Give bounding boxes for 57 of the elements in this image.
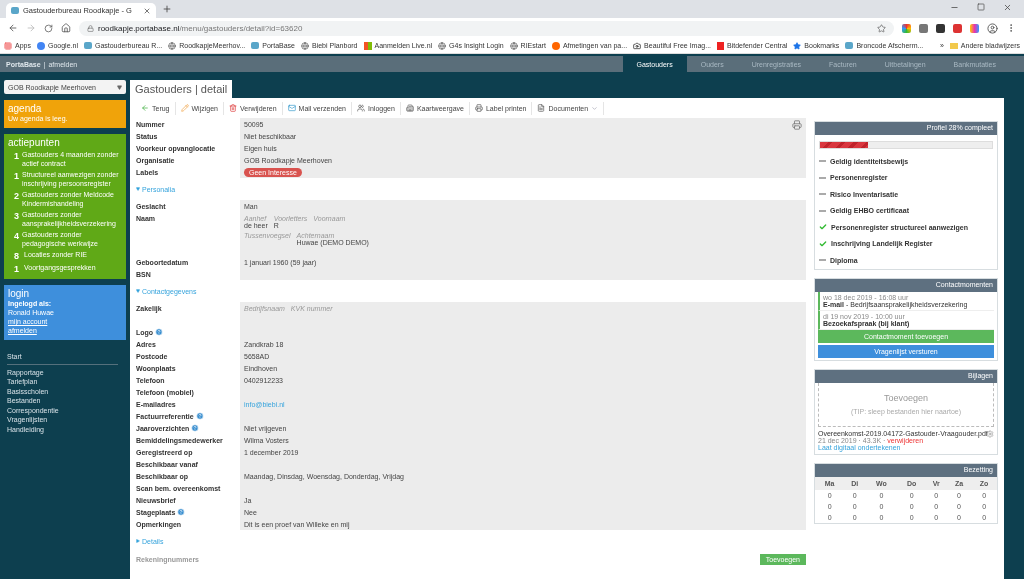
help-icon[interactable] (191, 424, 200, 432)
favicon-icon (251, 42, 260, 49)
globe-icon (509, 41, 518, 50)
document-icon (537, 104, 546, 112)
action-count: 2 (14, 191, 19, 201)
windows-icon (363, 41, 372, 50)
action-count: 1 (14, 151, 19, 161)
lock-icon (87, 24, 94, 32)
caret-down-icon (136, 187, 140, 191)
users-icon (357, 104, 365, 112)
action-count: 8 (14, 251, 20, 261)
apps-icon (4, 41, 12, 50)
printer-icon (474, 104, 483, 112)
globe-icon (301, 41, 309, 50)
help-icon[interactable] (177, 508, 186, 516)
action-count: 3 (14, 211, 19, 221)
caret-icon (591, 104, 599, 112)
back-icon[interactable] (8, 23, 18, 33)
home-icon[interactable] (61, 23, 71, 33)
card-title: actiepunten (8, 137, 61, 148)
buildings-icon (405, 104, 414, 112)
settings-icon[interactable] (986, 429, 994, 438)
help-icon[interactable] (155, 328, 164, 336)
print-icon[interactable] (792, 120, 802, 130)
profile-icon[interactable] (987, 22, 998, 34)
new-tab-icon[interactable] (162, 4, 172, 14)
circle-icon (551, 41, 560, 50)
close-icon[interactable] (143, 6, 151, 15)
page-title: Gastouders | detail (130, 80, 233, 98)
globe-icon (168, 41, 177, 50)
close-icon[interactable] (1003, 2, 1012, 12)
favicon-icon (11, 7, 19, 14)
address-field[interactable]: roodkapje.portabase.nl/menu/gastouders/detail?id=63620 (79, 20, 894, 36)
favicon-icon (845, 42, 854, 49)
action-count: 1 (14, 171, 19, 181)
globe-icon (438, 41, 447, 50)
action-count: 1 (14, 264, 20, 274)
arrow-left-icon (141, 104, 149, 112)
camera-icon (633, 41, 642, 50)
caret-down-icon (136, 289, 140, 293)
bookmark-star-icon[interactable] (877, 23, 886, 33)
caret-icon (117, 84, 122, 90)
help-icon[interactable] (195, 412, 204, 420)
card-title: login (8, 288, 31, 299)
caret-right-icon (136, 539, 140, 543)
trash-icon (228, 104, 237, 112)
star-icon (793, 41, 802, 50)
favicon-icon (83, 42, 92, 49)
card-title: agenda (8, 103, 43, 114)
action-count: 4 (14, 231, 20, 241)
b-logo-icon (717, 41, 725, 50)
pencil-icon (180, 104, 189, 112)
maximize-icon[interactable] (977, 2, 985, 11)
google-icon (36, 41, 45, 50)
folder-icon (949, 42, 958, 49)
mail-icon (287, 104, 296, 112)
reload-icon[interactable] (44, 23, 53, 33)
